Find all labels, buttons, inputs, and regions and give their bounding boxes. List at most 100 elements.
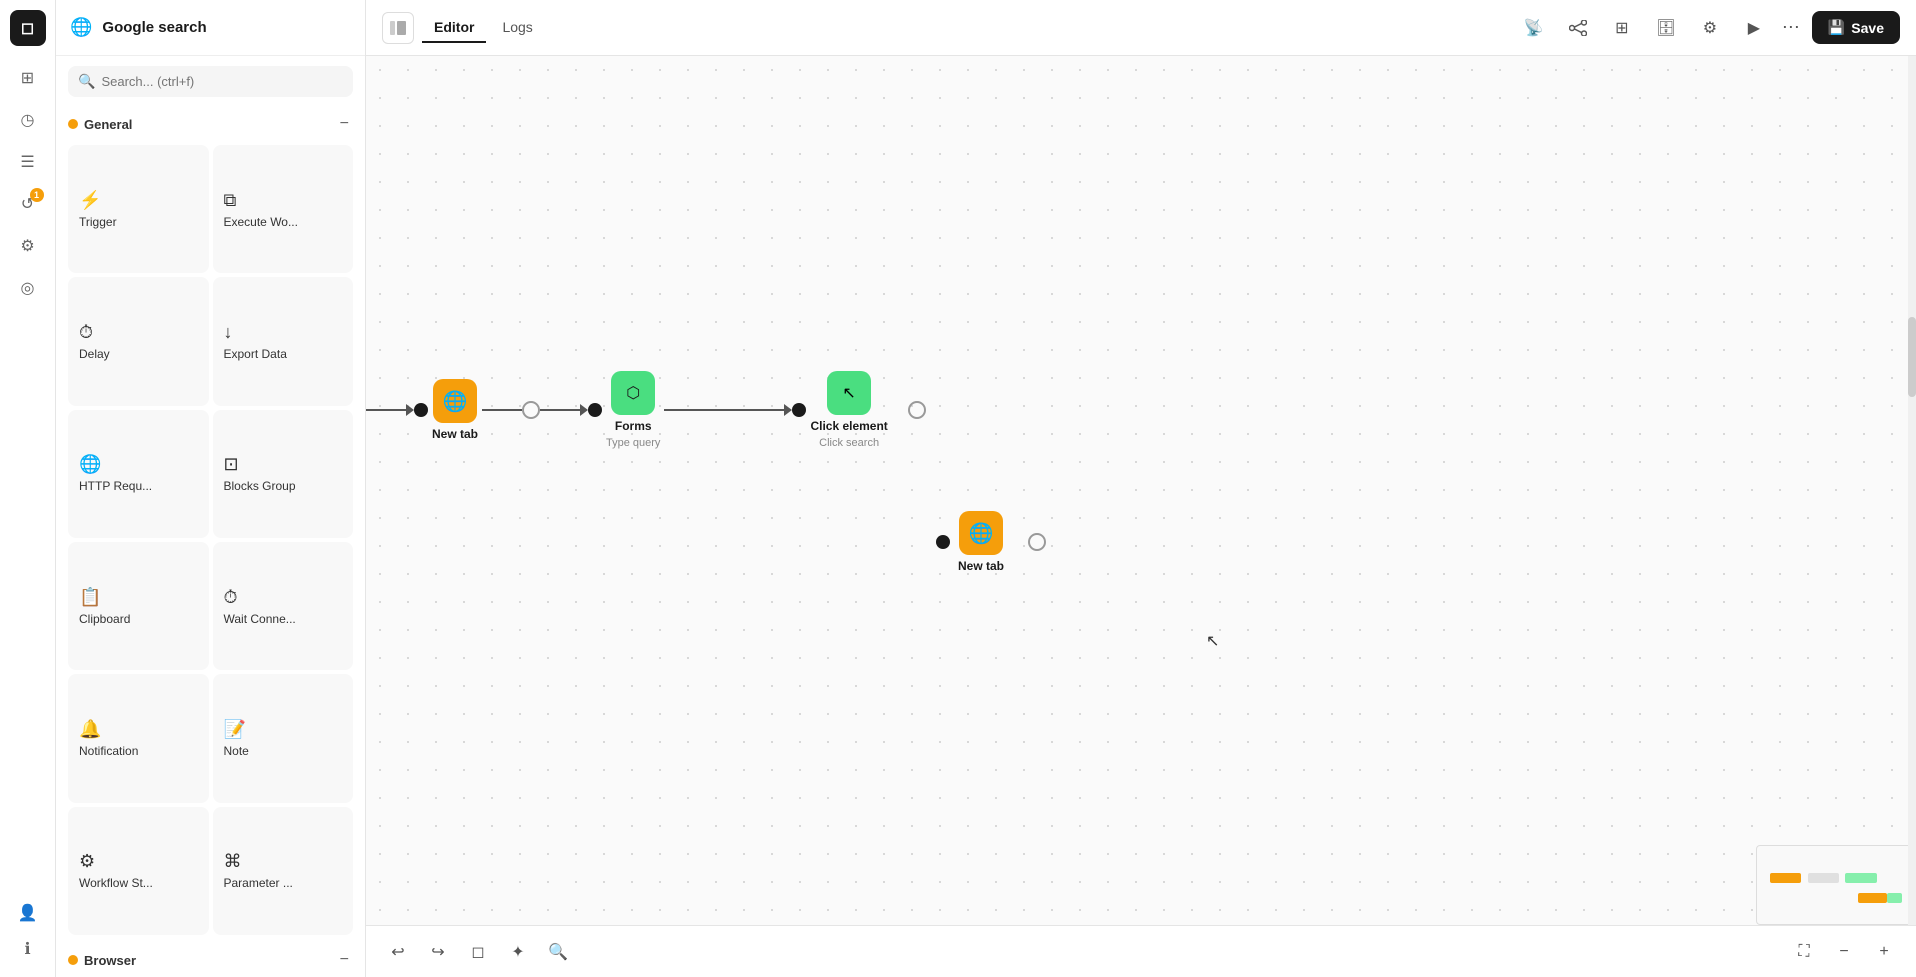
redo-button[interactable]: ↪ <box>422 936 454 968</box>
block-blocks-group[interactable]: ⊡ Blocks Group <box>213 410 354 538</box>
tab-logs[interactable]: Logs <box>490 13 544 43</box>
browser-dot <box>68 955 78 965</box>
panel-toggle-button[interactable] <box>382 12 414 44</box>
browser-section-label: Browser <box>84 953 330 968</box>
new-tab-2-icon: 🌐 <box>959 511 1003 555</box>
tab-editor[interactable]: Editor <box>422 13 486 43</box>
block-export-data[interactable]: ↓ Export Data <box>213 277 354 405</box>
database-icon[interactable]: 🗄 <box>1650 12 1682 44</box>
save-button[interactable]: 💾 Save <box>1812 11 1900 44</box>
search-bar[interactable]: 🔍 <box>68 66 353 97</box>
magic-button[interactable]: ✦ <box>502 936 534 968</box>
general-section-label: General <box>84 117 330 132</box>
main-area: Editor Logs 📡 ⊞ 🗄 ⚙ ▶ ⋯ 💾 Save <box>366 0 1916 977</box>
block-note[interactable]: 📝 Note <box>213 674 354 802</box>
notification-icon: 🔔 <box>79 719 198 740</box>
http-request-label: HTTP Requ... <box>79 479 198 493</box>
click-element-1-sublabel: Click search <box>819 437 879 449</box>
arrow-2 <box>580 404 588 416</box>
cursor-indicator: ↖ <box>1206 631 1219 651</box>
history-badge: 1 <box>30 188 44 202</box>
run-button[interactable]: ▶ <box>1738 12 1770 44</box>
block-wait-connection[interactable]: ⏱ Wait Conne... <box>213 542 354 670</box>
scrollbar-thumb[interactable] <box>1908 317 1916 397</box>
clipboard-label: Clipboard <box>79 612 198 626</box>
mini-map <box>1756 845 1916 925</box>
app-logo: ◻ <box>10 10 46 46</box>
click-element-1-label: Click element <box>810 419 887 433</box>
blocks-panel-header: 🌐 Google search <box>56 0 365 56</box>
flow-row-2: 🌐 New tab <box>936 511 1046 573</box>
nav-book-button[interactable]: ☰ <box>10 144 46 180</box>
node-new-tab-1[interactable]: 🌐 New tab <box>432 379 478 441</box>
more-options-button[interactable]: ⋯ <box>1782 17 1800 38</box>
parameter-icon: ⌘ <box>224 851 343 872</box>
flow-row-1: 🌐 New tab ⬡ Forms Type query <box>366 371 926 449</box>
icon-rail: ◻ ⊞ ◷ ☰ ↺ 1 ⚙ ◎ 👤 ℹ <box>0 0 56 977</box>
scrollbar-track[interactable] <box>1908 56 1916 925</box>
mini-node-5 <box>1887 893 1903 903</box>
wait-connection-icon: ⏱ <box>224 587 343 608</box>
line-4 <box>664 409 784 411</box>
block-clipboard[interactable]: 📋 Clipboard <box>68 542 209 670</box>
execute-workflow-icon: ⧉ <box>224 190 343 211</box>
node-forms-1[interactable]: ⬡ Forms Type query <box>606 371 660 449</box>
execute-workflow-label: Execute Wo... <box>224 215 343 229</box>
forms-1-icon: ⬡ <box>611 371 655 415</box>
nav-info-button[interactable]: ℹ <box>10 931 46 967</box>
tabs: Editor Logs <box>422 13 545 43</box>
search-input[interactable] <box>101 74 343 89</box>
search-canvas-button[interactable]: 🔍 <box>542 936 574 968</box>
blocks-group-label: Blocks Group <box>224 479 343 493</box>
delay-label: Delay <box>79 347 198 361</box>
share-icon[interactable] <box>1562 12 1594 44</box>
nav-grid-button[interactable]: ⊞ <box>10 60 46 96</box>
nav-history-button[interactable]: ↺ 1 <box>10 186 46 222</box>
nav-user-button[interactable]: 👤 <box>10 895 46 931</box>
dot-2 <box>588 403 602 417</box>
click-element-1-icon: ↖ <box>827 371 871 415</box>
block-delay[interactable]: ⏱ Delay <box>68 277 209 405</box>
node-click-element-1[interactable]: ↖ Click element Click search <box>810 371 887 449</box>
nav-location-button[interactable]: ◎ <box>10 270 46 306</box>
line-start <box>366 409 406 411</box>
block-workflow-state[interactable]: ⚙ Workflow St... <box>68 807 209 935</box>
nav-clock-button[interactable]: ◷ <box>10 102 46 138</box>
table-icon[interactable]: ⊞ <box>1606 12 1638 44</box>
top-bar-right: 📡 ⊞ 🗄 ⚙ ▶ ⋯ 💾 Save <box>1518 11 1900 44</box>
notification-label: Notification <box>79 744 198 758</box>
nav-settings-button[interactable]: ⚙ <box>10 228 46 264</box>
dot-row2-end <box>1028 533 1046 551</box>
canvas[interactable]: 🌐 New tab ⬡ Forms Type query <box>366 56 1916 925</box>
mini-node-2 <box>1808 873 1840 883</box>
node-new-tab-2[interactable]: 🌐 New tab <box>958 511 1004 573</box>
blocks-panel: 🌐 Google search 🔍 General − ⚡ Trigger ⧉ … <box>56 0 366 977</box>
monitor-icon[interactable]: 📡 <box>1518 12 1550 44</box>
arrow-1 <box>406 404 414 416</box>
general-collapse-button[interactable]: − <box>336 113 353 135</box>
block-notification[interactable]: 🔔 Notification <box>68 674 209 802</box>
settings-icon[interactable]: ⚙ <box>1694 12 1726 44</box>
mini-map-content <box>1757 846 1915 924</box>
bottom-right: ⛶ − + <box>1788 936 1900 968</box>
browser-collapse-button[interactable]: − <box>336 949 353 971</box>
fullscreen-button[interactable]: ⛶ <box>1788 936 1820 968</box>
dot-1 <box>414 403 428 417</box>
block-parameter[interactable]: ⌘ Parameter ... <box>213 807 354 935</box>
block-execute-workflow[interactable]: ⧉ Execute Wo... <box>213 145 354 273</box>
bottom-bar: ↩ ↪ ◻ ✦ 🔍 ⛶ − + <box>366 925 1916 977</box>
line-2 <box>482 409 522 411</box>
zoom-in-button[interactable]: + <box>1868 936 1900 968</box>
arrow-3 <box>784 404 792 416</box>
top-bar: Editor Logs 📡 ⊞ 🗄 ⚙ ▶ ⋯ 💾 Save <box>366 0 1916 56</box>
block-http-request[interactable]: 🌐 HTTP Requ... <box>68 410 209 538</box>
export-data-label: Export Data <box>224 347 343 361</box>
dot-out-1 <box>522 401 540 419</box>
trigger-label: Trigger <box>79 215 198 229</box>
new-tab-1-icon: 🌐 <box>433 379 477 423</box>
undo-button[interactable]: ↩ <box>382 936 414 968</box>
note-icon: 📝 <box>224 719 343 740</box>
block-button[interactable]: ◻ <box>462 936 494 968</box>
zoom-out-button[interactable]: − <box>1828 936 1860 968</box>
block-trigger[interactable]: ⚡ Trigger <box>68 145 209 273</box>
